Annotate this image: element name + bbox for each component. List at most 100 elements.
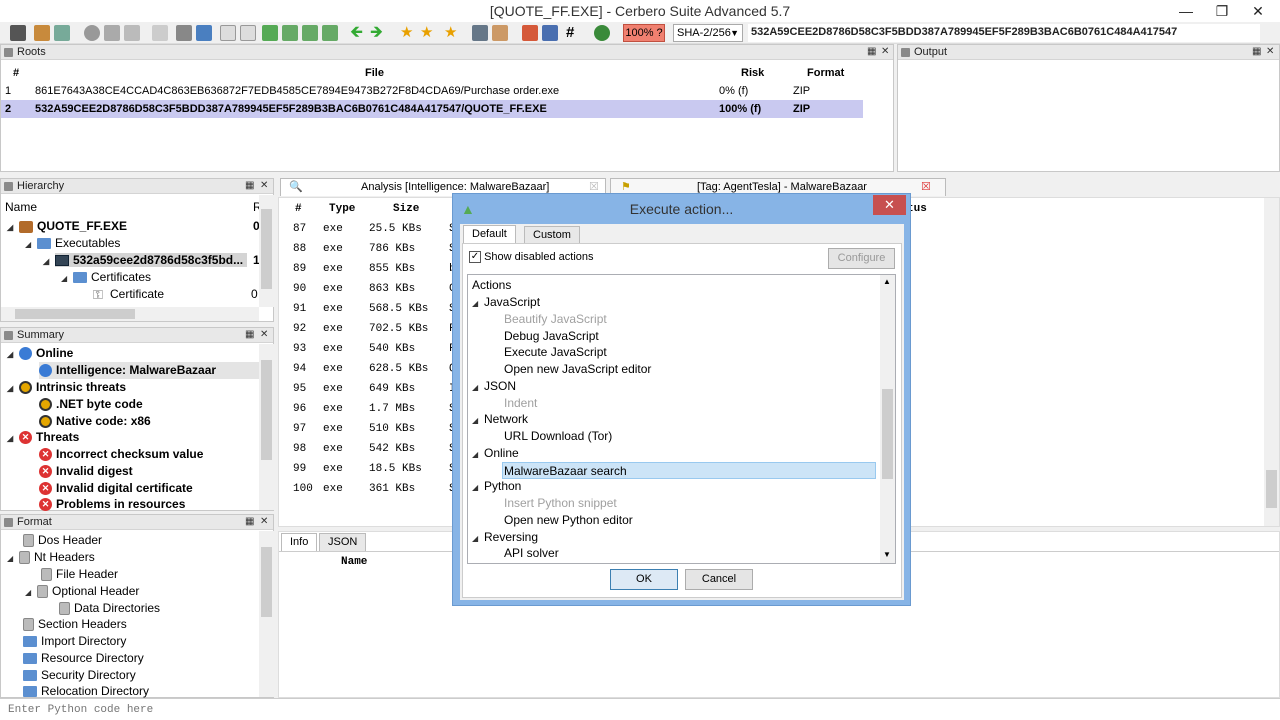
close-icon[interactable]: ✕ — [260, 179, 268, 193]
summary-item[interactable]: ✕ Invalid digital certificate — [39, 480, 193, 497]
dialog-close-button[interactable]: ✕ — [873, 195, 906, 215]
scrollbar-thumb[interactable] — [1266, 470, 1277, 508]
minimize-button[interactable]: — — [1168, 0, 1204, 22]
action-group[interactable]: ◢ JSON — [472, 378, 516, 395]
expand-arrow-icon[interactable]: ◢ — [7, 430, 19, 447]
horizontal-scrollbar[interactable] — [1, 307, 259, 321]
star-icon[interactable]: ★ — [444, 25, 460, 41]
action-group[interactable]: ◢ Reversing — [472, 529, 538, 546]
float-icon[interactable]: ▦ — [245, 515, 254, 529]
hash-algorithm-select[interactable]: SHA-2/256 ▼ — [673, 24, 743, 42]
expand-arrow-icon[interactable]: ◢ — [43, 253, 55, 270]
action-item[interactable]: Indent — [504, 395, 537, 412]
format-item[interactable]: ◢ Optional Header — [25, 583, 139, 600]
summary-item[interactable]: .NET byte code — [39, 396, 143, 413]
format-item[interactable]: Dos Header — [23, 532, 102, 549]
open-icon[interactable] — [34, 25, 50, 41]
expand-arrow-icon[interactable]: ◢ — [472, 530, 484, 547]
float-icon[interactable]: ▦ — [867, 45, 876, 59]
window-icon[interactable] — [152, 25, 168, 41]
tree-item[interactable]: ◢ QUOTE_FF.EXE 0 — [7, 218, 261, 235]
close-icon[interactable]: ✕ — [881, 45, 889, 59]
scrollbar-thumb[interactable] — [261, 547, 272, 617]
scrollbar-thumb[interactable] — [261, 209, 272, 289]
tree-item[interactable]: ⚿ Certificate 0 — [93, 286, 261, 303]
back-arrow-icon[interactable]: 🡸 — [350, 25, 366, 41]
window-close-button[interactable]: ✕ — [1240, 0, 1276, 22]
hash-value-field[interactable]: 532A59CEE2D8786D58C3F5BDD387A789945EF5F2… — [748, 24, 1260, 42]
action-item[interactable]: Insert Python snippet — [504, 495, 617, 512]
summary-group[interactable]: ◢ Intrinsic threats — [7, 379, 126, 396]
summary-item[interactable]: Native code: x86 — [39, 413, 151, 430]
save-icon[interactable] — [10, 25, 26, 41]
expand-arrow-icon[interactable]: ◢ — [472, 446, 484, 463]
settings-icon[interactable] — [84, 25, 100, 41]
configure-button[interactable]: Configure — [828, 248, 895, 269]
float-icon[interactable]: ▦ — [245, 179, 254, 193]
hash-icon[interactable]: # — [566, 25, 582, 41]
scroll-up-icon[interactable]: ▲ — [883, 277, 891, 286]
forward-arrow-icon[interactable]: 🡺 — [370, 25, 386, 41]
scroll-down-icon[interactable]: ▼ — [883, 550, 891, 559]
expand-arrow-icon[interactable]: ◢ — [472, 295, 484, 312]
bookmark-icon[interactable]: ★ — [400, 25, 416, 41]
expand-arrow-icon[interactable]: ◢ — [7, 219, 19, 236]
close-icon[interactable]: ☒ — [921, 179, 931, 196]
action-item-selected[interactable]: MalwareBazaar search — [502, 461, 876, 479]
summary-item[interactable]: ✕ Problems in resources — [39, 496, 185, 513]
float-icon[interactable]: ▦ — [1252, 45, 1261, 59]
action-group[interactable]: ◢ Python — [472, 478, 521, 495]
expand-arrow-icon[interactable]: ◢ — [61, 270, 73, 287]
refresh-icon[interactable] — [196, 25, 212, 41]
expand-arrow-icon[interactable]: ◢ — [472, 379, 484, 396]
expand-arrow-icon[interactable]: ◢ — [7, 380, 19, 397]
table-row[interactable]: 1 861E7643A38CE4CCAD4C863EB636872F7EDB45… — [1, 82, 863, 100]
tab-custom[interactable]: Custom — [524, 226, 580, 243]
close-icon[interactable]: ✕ — [260, 328, 268, 342]
tab-default[interactable]: Default — [463, 225, 516, 244]
action-item[interactable]: URL Download (Tor) — [504, 428, 612, 445]
format-item[interactable]: Import Directory — [23, 633, 126, 650]
tool-icon[interactable] — [104, 25, 120, 41]
action-item[interactable]: Execute JavaScript — [504, 344, 607, 361]
star-icon[interactable]: ★ — [420, 25, 436, 41]
zoom-out-icon[interactable] — [302, 25, 318, 41]
tool-icon[interactable] — [124, 25, 140, 41]
expand-arrow-icon[interactable]: ◢ — [472, 412, 484, 429]
vertical-scrollbar[interactable]: ▲ ▼ — [880, 275, 895, 563]
show-disabled-row[interactable]: ✓ Show disabled actions — [469, 251, 594, 264]
ok-button[interactable]: OK — [610, 569, 678, 590]
close-icon[interactable]: ✕ — [260, 515, 268, 529]
float-icon[interactable]: ▦ — [245, 328, 254, 342]
summary-item-selected[interactable]: Intelligence: MalwareBazaar — [39, 362, 259, 379]
summary-item[interactable]: ✕ Invalid digest — [39, 463, 133, 480]
python-icon[interactable] — [594, 25, 610, 41]
layout-icon[interactable] — [176, 25, 192, 41]
action-item[interactable]: Debug JavaScript — [504, 328, 599, 345]
format-item[interactable]: File Header — [41, 566, 118, 583]
close-icon[interactable]: ✕ — [1266, 45, 1274, 59]
table-row-selected[interactable]: 2 532A59CEE2D8786D58C3F5BDD387A789945EF5… — [1, 100, 863, 118]
risk-indicator[interactable]: 100% ? — [623, 24, 665, 42]
scrollbar-thumb[interactable] — [15, 309, 135, 319]
tree-item[interactable]: ◢ Certificates — [61, 269, 151, 286]
chart-icon[interactable] — [522, 25, 538, 41]
format-item[interactable]: Resource Directory — [23, 650, 144, 667]
format-item[interactable]: Data Directories — [59, 600, 160, 617]
summary-group[interactable]: ◢ Online — [7, 345, 73, 362]
expand-arrow-icon[interactable]: ◢ — [7, 550, 19, 567]
tab-info[interactable]: Info — [281, 533, 318, 551]
vertical-scrollbar[interactable] — [1264, 198, 1279, 526]
zoom-icon[interactable] — [322, 25, 338, 41]
expand-arrow-icon[interactable]: ◢ — [7, 346, 19, 363]
vertical-scrollbar[interactable] — [259, 344, 274, 510]
action-item[interactable]: Open new Python editor — [504, 512, 633, 529]
expand-arrow-icon[interactable]: ◢ — [472, 479, 484, 496]
scrollbar-thumb[interactable] — [882, 389, 893, 479]
cancel-button[interactable]: Cancel — [685, 569, 753, 590]
show-disabled-checkbox[interactable]: ✓ — [469, 251, 481, 264]
frame-icon[interactable] — [220, 25, 236, 41]
frame-icon[interactable] — [240, 25, 256, 41]
zoom-in-icon[interactable] — [282, 25, 298, 41]
format-item[interactable]: ◢ Nt Headers — [7, 549, 95, 566]
